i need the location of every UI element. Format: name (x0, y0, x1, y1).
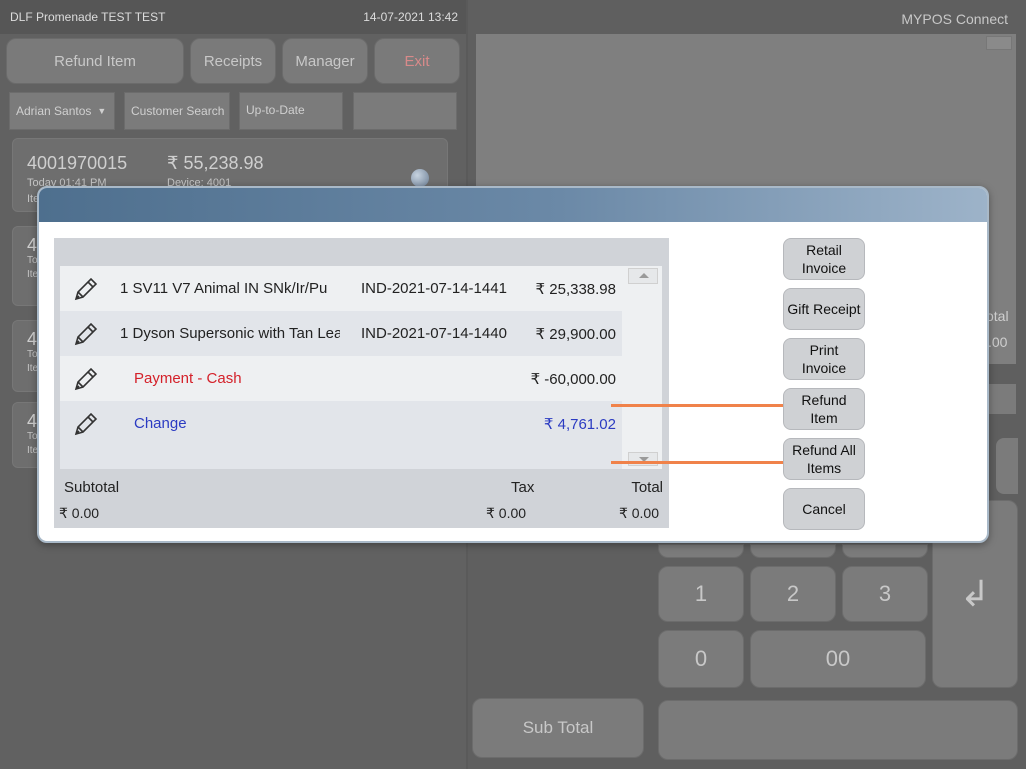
gift-receipt-button[interactable]: Gift Receipt (783, 288, 865, 330)
subtotal-label: Subtotal (64, 479, 120, 496)
list-item[interactable]: 1 Dyson Supersonic with Tan Leather IND-… (60, 311, 622, 356)
customer-search-input[interactable]: Customer Search (124, 92, 230, 130)
chevron-down-icon: ▼ (97, 106, 107, 116)
retail-invoice-button[interactable]: Retail Invoice (783, 238, 865, 280)
keypad-key-2[interactable]: 2 (750, 566, 836, 622)
list-scroll-up[interactable] (628, 268, 658, 284)
payment-amount: ₹ -60,000.00 (530, 371, 616, 388)
item-amount: ₹ 29,900.00 (535, 326, 616, 343)
enter-icon: ↲ (959, 573, 991, 614)
refund-all-items-button[interactable]: Refund All Items (783, 438, 865, 480)
keypad-key[interactable] (750, 544, 836, 558)
app-title: MYPOS Connect (901, 11, 1008, 27)
pencil-icon[interactable] (70, 275, 100, 305)
button-label: Refund All (792, 442, 856, 458)
total-value: ₹ 0.00 (618, 505, 659, 521)
change-amount: ₹ 4,761.02 (543, 416, 616, 433)
subtotal-button[interactable]: Sub Total (472, 698, 644, 758)
tab-refund-item[interactable]: Refund Item (6, 38, 184, 84)
pencil-icon[interactable] (70, 365, 100, 395)
amount-display (658, 700, 1018, 760)
chevron-up-icon (639, 273, 649, 278)
keypad-key-1[interactable]: 1 (658, 566, 744, 622)
cancel-button[interactable]: Cancel (783, 488, 865, 530)
keypad-key-00[interactable]: 00 (750, 630, 926, 688)
annotation-line (611, 404, 783, 407)
item-reference: IND-2021-07-14-1440 (361, 325, 507, 342)
print-invoice-button[interactable]: Print Invoice (783, 338, 865, 380)
item-description: 1 SV11 V7 Animal IN SNk/Ir/Pu (120, 280, 328, 297)
button-label: Retail (806, 242, 842, 258)
keypad-key[interactable] (842, 544, 928, 558)
item-reference: IND-2021-07-14-1441 (361, 280, 507, 297)
button-label: Invoice (801, 360, 847, 376)
tab-receipts[interactable]: Receipts (190, 38, 276, 84)
receipt-items-panel: 1 SV11 V7 Animal IN SNk/Ir/Pu IND-2021-0… (54, 238, 669, 528)
item-amount: ₹ 25,338.98 (535, 281, 616, 298)
tax-label: Tax (511, 479, 535, 496)
header-datetime: 14-07-2021 13:42 (363, 10, 458, 24)
list-item[interactable]: Payment - Cash ₹ -60,000.00 (60, 356, 622, 401)
button-label: Print (809, 342, 839, 358)
tax-value: ₹ 0.00 (486, 505, 527, 521)
store-name: DLF Promenade TEST TEST (10, 10, 166, 24)
user-dropdown-label: Adrian Santos (16, 104, 92, 118)
transaction-number: 4 (27, 235, 38, 255)
side-total-amount: .00 (988, 334, 1008, 350)
transaction-number: 4 (27, 329, 38, 349)
total-label: Total (631, 479, 663, 496)
dialog-title-bar (39, 188, 987, 222)
pencil-icon[interactable] (70, 410, 100, 440)
button-label: Items (806, 460, 842, 476)
button-label: Item (810, 410, 838, 426)
transaction-number: 4 (27, 411, 38, 431)
list-item[interactable]: 1 SV11 V7 Animal IN SNk/Ir/Pu IND-2021-0… (60, 266, 622, 311)
pencil-icon[interactable] (70, 320, 100, 350)
subtotal-value: ₹ 0.00 (59, 505, 100, 521)
store-header: DLF Promenade TEST TEST 14-07-2021 13:42 (0, 0, 466, 34)
transaction-time: To (27, 255, 38, 266)
items-list: 1 SV11 V7 Animal IN SNk/Ir/Pu IND-2021-0… (60, 266, 662, 469)
side-total-label: otal (986, 308, 1009, 324)
change-label: Change (134, 415, 187, 432)
list-item[interactable]: Change ₹ 4,761.02 (60, 401, 622, 469)
extra-filter-input[interactable] (353, 92, 457, 130)
refund-item-button[interactable]: Refund Item (783, 388, 865, 430)
transaction-time: To (27, 349, 38, 360)
receipt-scroll-up[interactable] (986, 36, 1012, 50)
payment-label: Payment - Cash (134, 370, 242, 387)
transaction-time: To (27, 431, 38, 442)
transaction-amount: ₹ 55,238.98 (167, 153, 264, 173)
date-filter-input[interactable]: Up-to-Date (239, 92, 343, 130)
refund-dialog: 1 SV11 V7 Animal IN SNk/Ir/Pu IND-2021-0… (37, 186, 989, 543)
button-label: Refund (801, 392, 847, 408)
keypad-key-3[interactable]: 3 (842, 566, 928, 622)
keypad-key[interactable] (658, 544, 744, 558)
side-key[interactable] (996, 438, 1018, 494)
item-description: 1 Dyson Supersonic with Tan Leather (120, 325, 340, 342)
user-dropdown[interactable]: Adrian Santos ▼ (9, 92, 115, 130)
keypad-key-0[interactable]: 0 (658, 630, 744, 688)
transaction-number: 4001970015 (27, 153, 128, 173)
annotation-line (611, 461, 783, 464)
tab-exit[interactable]: Exit (374, 38, 460, 84)
tab-manager[interactable]: Manager (282, 38, 368, 84)
button-label: Invoice (801, 260, 847, 276)
status-indicator-icon (411, 169, 429, 187)
